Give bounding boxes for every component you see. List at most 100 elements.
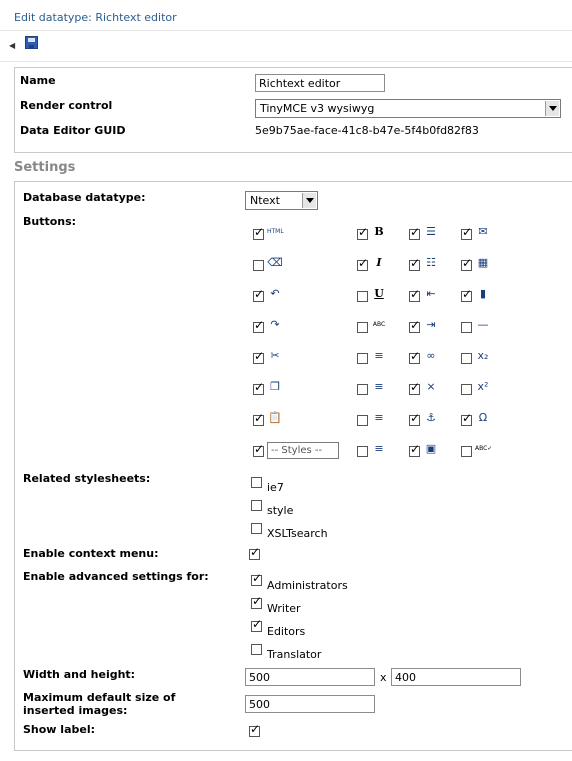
spellcheck-checkbox[interactable] xyxy=(461,446,472,457)
redo-icon: ↷ xyxy=(270,318,280,331)
x-separator: x xyxy=(380,671,387,684)
stylesheet-label: XSLTsearch xyxy=(267,527,328,540)
link-checkbox[interactable] xyxy=(409,349,420,364)
context-menu-label: Enable context menu: xyxy=(23,547,159,560)
show-label-label: Show label: xyxy=(23,723,95,736)
general-panel: Name Render control TinyMCE v3 wysiwyg D… xyxy=(14,67,572,153)
macro-checkbox[interactable] xyxy=(409,442,420,457)
advanced-role-checkbox[interactable] xyxy=(251,617,262,632)
superscript-checkbox[interactable] xyxy=(461,384,472,395)
numbered-list-checkbox[interactable] xyxy=(409,256,420,271)
horizontal-rule-checkbox[interactable] xyxy=(461,322,472,333)
buttons-label: Buttons: xyxy=(23,215,77,228)
advanced-role-label: Administrators xyxy=(267,579,348,592)
redo-checkbox[interactable] xyxy=(253,318,264,333)
max-size-label: Maximum default size of inserted images: xyxy=(23,691,176,717)
stylesheet-label: style xyxy=(267,504,294,517)
html-checkbox[interactable] xyxy=(253,225,264,240)
db-datatype-select[interactable]: Ntext xyxy=(245,191,318,210)
indent-checkbox[interactable] xyxy=(409,318,420,333)
styles-dropdown-checkbox[interactable] xyxy=(253,442,264,457)
bold-icon: B xyxy=(374,225,384,238)
italic-icon: I xyxy=(376,256,382,269)
stylesheet-checkbox[interactable] xyxy=(251,500,262,511)
settings-heading: Settings xyxy=(14,160,76,175)
max-size-input[interactable] xyxy=(245,695,375,713)
undo-checkbox[interactable] xyxy=(253,287,264,302)
styles-dropdown[interactable]: -- Styles -- xyxy=(267,442,339,459)
name-label: Name xyxy=(20,74,56,87)
advanced-role-checkbox[interactable] xyxy=(251,644,262,655)
db-datatype-label: Database datatype: xyxy=(23,191,146,204)
collapse-arrow-icon[interactable]: ◀ xyxy=(9,41,15,50)
toolbar: ◀ xyxy=(0,31,572,62)
superscript-icon: x² xyxy=(477,380,489,393)
media-icon: ▮ xyxy=(479,287,487,300)
italic-checkbox[interactable] xyxy=(357,256,368,271)
align-center-checkbox[interactable] xyxy=(357,384,368,395)
paste-icon: 📋 xyxy=(268,411,282,424)
cut-icon: ✂ xyxy=(270,349,280,362)
subscript-checkbox[interactable] xyxy=(461,353,472,364)
justify-icon: ≡ xyxy=(374,442,384,455)
special-char-checkbox[interactable] xyxy=(461,411,472,426)
advanced-role-label: Translator xyxy=(267,648,322,661)
stylesheet-checkbox[interactable] xyxy=(251,477,262,488)
bullet-list-checkbox[interactable] xyxy=(409,225,420,240)
anchor-icon: ⚓ xyxy=(426,411,436,424)
justify-checkbox[interactable] xyxy=(357,446,368,457)
table-icon: ▦ xyxy=(477,256,489,269)
copy-checkbox[interactable] xyxy=(253,380,264,395)
chevron-down-icon xyxy=(302,193,316,208)
width-input[interactable] xyxy=(245,668,375,686)
bold-checkbox[interactable] xyxy=(357,225,368,240)
save-icon[interactable] xyxy=(25,36,38,49)
name-input[interactable] xyxy=(255,74,385,92)
unlink-checkbox[interactable] xyxy=(409,380,420,395)
page-title: Edit datatype: Richtext editor xyxy=(14,11,177,24)
advanced-role-label: Writer xyxy=(267,602,301,615)
strikethrough-icon: ABC xyxy=(372,321,386,328)
advanced-role-checkbox[interactable] xyxy=(251,594,262,609)
special-char-icon: Ω xyxy=(478,411,488,424)
stylesheet-checkbox[interactable] xyxy=(251,523,262,534)
guid-value: 5e9b75ae-face-41c8-b47e-5f4b0fd82f83 xyxy=(255,124,479,137)
show-label-checkbox[interactable] xyxy=(249,722,260,737)
unlink-icon: ⨯ xyxy=(426,380,436,393)
align-left-checkbox[interactable] xyxy=(357,353,368,364)
media-checkbox[interactable] xyxy=(461,287,472,302)
eraser-checkbox[interactable] xyxy=(253,260,264,271)
html-icon: HTML xyxy=(267,228,284,235)
guid-label: Data Editor GUID xyxy=(20,124,126,137)
title-bar: Edit datatype: Richtext editor xyxy=(0,0,572,31)
render-control-value: TinyMCE v3 wysiwyg xyxy=(260,102,375,115)
advanced-settings-label: Enable advanced settings for: xyxy=(23,570,209,583)
strikethrough-checkbox[interactable] xyxy=(357,322,368,333)
numbered-list-icon: ☷ xyxy=(426,256,436,269)
underline-checkbox[interactable] xyxy=(357,291,368,302)
outdent-checkbox[interactable] xyxy=(409,287,420,302)
underline-icon: U xyxy=(374,287,384,300)
horizontal-rule-icon: — xyxy=(477,318,489,331)
cut-checkbox[interactable] xyxy=(253,349,264,364)
anchor-checkbox[interactable] xyxy=(409,411,420,426)
spellcheck-icon: ABC✓ xyxy=(475,445,493,452)
chevron-down-icon xyxy=(545,101,559,116)
render-control-select[interactable]: TinyMCE v3 wysiwyg xyxy=(255,99,561,118)
align-left-icon: ≡ xyxy=(374,349,384,362)
advanced-role-checkbox[interactable] xyxy=(251,571,262,586)
settings-panel: Database datatype: Ntext Buttons: HTML B ☰… xyxy=(14,181,572,751)
image-checkbox[interactable] xyxy=(461,225,472,240)
advanced-role-label: Editors xyxy=(267,625,306,638)
align-right-checkbox[interactable] xyxy=(357,415,368,426)
undo-icon: ↶ xyxy=(270,287,280,300)
table-checkbox[interactable] xyxy=(461,256,472,271)
stylesheets-label: Related stylesheets: xyxy=(23,472,151,485)
macro-icon: ▣ xyxy=(425,442,437,455)
context-menu-checkbox[interactable] xyxy=(249,545,260,560)
link-icon: ∞ xyxy=(426,349,436,362)
paste-checkbox[interactable] xyxy=(253,411,264,426)
styles-dropdown-value: -- Styles -- xyxy=(271,445,323,456)
height-input[interactable] xyxy=(391,668,521,686)
image-icon: ✉ xyxy=(478,225,488,238)
